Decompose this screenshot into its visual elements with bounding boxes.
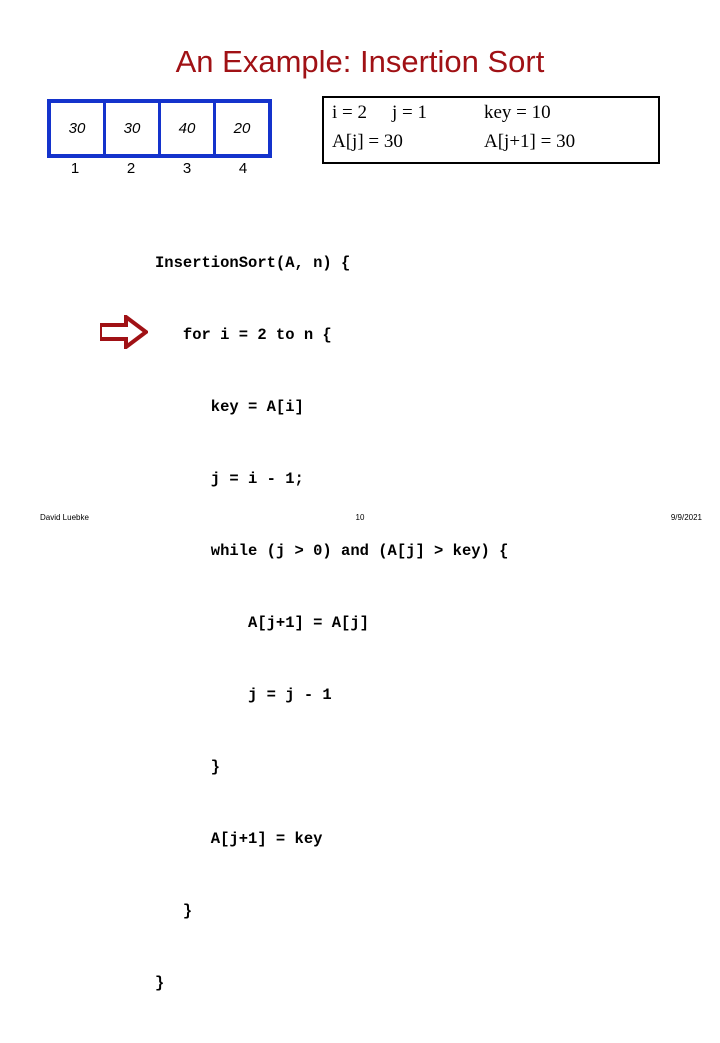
right-arrow-icon bbox=[98, 313, 150, 351]
array-index-4: 4 bbox=[238, 160, 248, 177]
code-line-5: while (j > 0) and (A[j] > key) { bbox=[155, 542, 509, 560]
table-row: 30 30 40 20 bbox=[47, 99, 272, 158]
code-line-1: InsertionSort(A, n) { bbox=[155, 254, 351, 272]
state-value-i: i = 2 bbox=[332, 102, 367, 123]
code-line-7: j = j - 1 bbox=[155, 686, 332, 704]
array-index-1: 1 bbox=[70, 160, 80, 177]
right-arrow-svg bbox=[98, 313, 150, 351]
pseudocode-block: InsertionSort(A, n) { for i = 2 to n { k… bbox=[155, 203, 508, 1043]
array-table: 30 30 40 20 bbox=[47, 99, 272, 158]
code-line-2: for i = 2 to n { bbox=[155, 326, 332, 344]
code-line-3: key = A[i] bbox=[155, 398, 304, 416]
array-cell-3[interactable]: 40 bbox=[158, 99, 216, 158]
code-line-11: } bbox=[155, 974, 165, 992]
code-line-6: A[j+1] = A[j] bbox=[155, 614, 369, 632]
code-line-8: } bbox=[155, 758, 221, 776]
code-line-4: j = i - 1; bbox=[155, 470, 304, 488]
page-title: An Example: Insertion Sort bbox=[175, 44, 545, 79]
state-line-2: A[j] = 30 A[j+1] = 30 bbox=[332, 131, 658, 160]
array-cell-2[interactable]: 30 bbox=[103, 99, 161, 158]
code-line-9: A[j+1] = key bbox=[155, 830, 323, 848]
footer-page-number: 10 bbox=[355, 513, 365, 522]
state-value-ajplus1: A[j+1] = 30 bbox=[484, 131, 576, 152]
array-index-2: 2 bbox=[126, 160, 136, 177]
array-index-3: 3 bbox=[182, 160, 192, 177]
state-value-aj: A[j] = 30 bbox=[332, 131, 403, 152]
state-line-1: i = 2 j = 1 key = 10 bbox=[332, 102, 658, 131]
code-line-10: } bbox=[155, 902, 193, 920]
footer-date: 9/9/2021 bbox=[670, 513, 702, 522]
slide-canvas: An Example: Insertion Sort 30 30 40 20 1… bbox=[0, 0, 720, 992]
array-cell-4[interactable]: 20 bbox=[213, 99, 272, 158]
array-index-row: 1 2 3 4 bbox=[47, 160, 271, 177]
state-value-key: key = 10 bbox=[484, 102, 551, 123]
state-value-j: j = 1 bbox=[392, 102, 427, 123]
variable-state-box: i = 2 j = 1 key = 10 A[j] = 30 A[j+1] = … bbox=[322, 96, 660, 164]
array-cell-1[interactable]: 30 bbox=[47, 99, 106, 158]
array-visualization: 30 30 40 20 bbox=[47, 99, 272, 158]
